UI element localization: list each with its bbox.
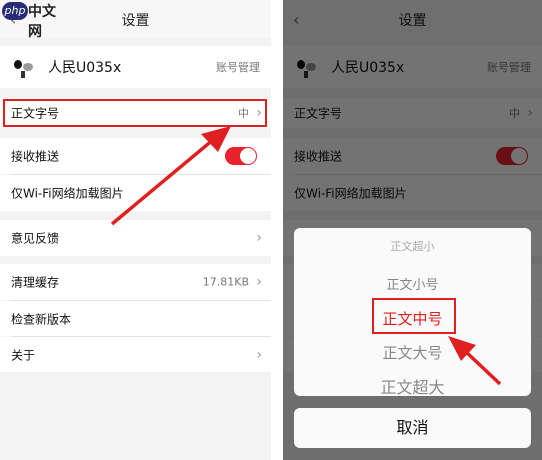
annotation-arrow-icon (448, 336, 502, 386)
panel-gap (271, 0, 283, 460)
settings-screen-right: ‹ 设置 人民U035x 账号管理 正文字号 中 › 接收推送 仅Wi-Fi网络… (283, 0, 542, 460)
settings-screen-left: ‹ 设置 人民U035x 账号管理 正文字号 中 › 接收推送 仅Wi-Fi网络… (0, 0, 271, 460)
annotation-arrow-icon (110, 126, 231, 226)
